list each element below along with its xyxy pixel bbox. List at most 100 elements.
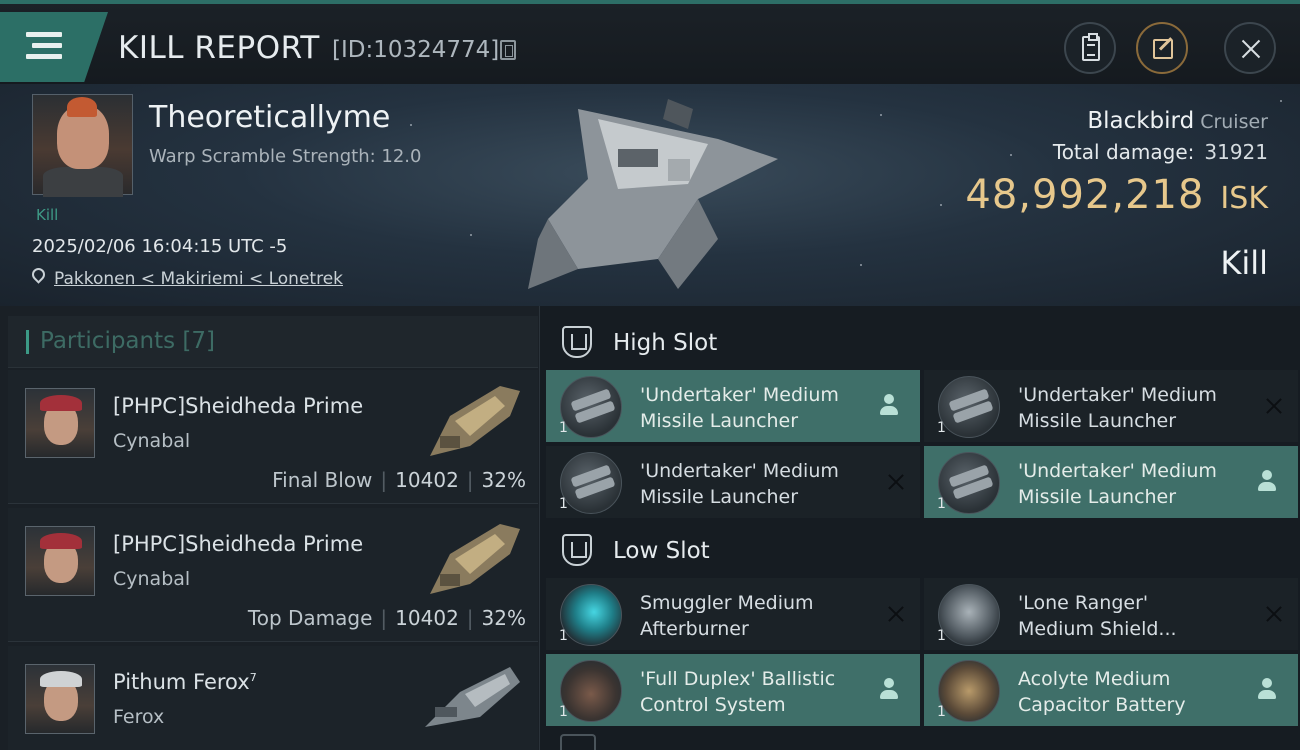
share-button[interactable]: [1136, 22, 1188, 74]
warp-scramble-strength: Warp Scramble Strength: 12.0: [149, 146, 422, 167]
participant-stats: Top Damage | 10402 | 32%: [247, 606, 526, 630]
participant-stats: Final Blow | 10402 | 32%: [272, 468, 526, 492]
participant-row[interactable]: [PHPC]Sheidheda Prime Cynabal Final Blow…: [8, 370, 538, 504]
location-pin-icon: [29, 265, 48, 284]
participant-name: [PHPC]Sheidheda Prime: [113, 394, 364, 418]
module-quantity: 1: [937, 496, 946, 512]
low-slot-module[interactable]: 1 Smuggler Medium Afterburner: [546, 578, 920, 650]
low-slot-module[interactable]: 1 'Lone Ranger' Medium Shield...: [924, 578, 1298, 650]
low-slot-icon: [562, 534, 592, 566]
participant-percent: 32%: [481, 468, 526, 492]
missile-launcher-icon: [938, 452, 1000, 514]
next-slot-icon: [560, 734, 596, 750]
header-bar: KILL REPORT [ID:10324774]: [0, 0, 1300, 84]
isk-unit: ISK: [1220, 181, 1268, 216]
victim-banner: Theoreticallyme Warp Scramble Strength: …: [0, 84, 1300, 306]
participant-role: Top Damage: [247, 606, 373, 630]
kill-tag: Kill: [36, 206, 59, 224]
low-slot-module[interactable]: 1 Acolyte Medium Capacitor Battery: [924, 654, 1298, 726]
capacitor-battery-icon: [938, 660, 1000, 722]
participant-role: Final Blow: [272, 468, 373, 492]
high-slot-module[interactable]: 1 'Undertaker' Medium Missile Launcher: [546, 446, 920, 518]
module-name: Acolyte Medium Capacitor Battery: [1018, 668, 1186, 716]
victim-avatar[interactable]: [32, 94, 133, 197]
module-quantity: 1: [559, 496, 568, 512]
module-quantity: 1: [937, 704, 946, 720]
page-title: KILL REPORT: [118, 30, 320, 66]
participant-avatar: [25, 388, 95, 458]
module-quantity: 1: [559, 420, 568, 436]
module-name: 'Full Duplex' Ballistic Control System: [640, 668, 836, 716]
participant-avatar: [25, 664, 95, 734]
high-slot-module[interactable]: 1 'Undertaker' Medium Missile Launcher: [924, 370, 1298, 442]
total-damage: Total damage: 31921: [1053, 140, 1268, 164]
fitted-user-icon: [1258, 678, 1276, 700]
participants-header[interactable]: Participants [7]: [8, 316, 538, 368]
ballistic-control-icon: [560, 660, 622, 722]
high-slot-module[interactable]: 1 'Undertaker' Medium Missile Launcher: [546, 370, 920, 442]
participants-title: Participants [7]: [40, 328, 215, 354]
module-quantity: 1: [937, 628, 946, 644]
total-damage-value: 31921: [1204, 140, 1268, 164]
destroyed-x-icon: [886, 604, 906, 624]
menu-button[interactable]: [0, 12, 108, 82]
victim-ship-render: [528, 99, 778, 289]
kill-result: Kill: [1220, 244, 1268, 282]
fitted-user-icon: [1258, 470, 1276, 492]
high-slot-icon: [562, 326, 592, 358]
fitted-user-icon: [880, 678, 898, 700]
isk-value: 48,992,218 ISK: [965, 172, 1268, 218]
ship-class: Cruiser: [1200, 111, 1268, 133]
high-slot-label: High Slot: [613, 330, 718, 356]
destroyed-x-icon: [1264, 396, 1284, 416]
participant-row[interactable]: [PHPC]Sheidheda Prime Cynabal Top Damage…: [8, 508, 538, 642]
destroyed-x-icon: [1264, 604, 1284, 624]
participant-ship-render: [430, 524, 520, 594]
copy-icon[interactable]: [500, 40, 516, 60]
total-damage-label: Total damage:: [1052, 140, 1195, 164]
participant-name: [PHPC]Sheidheda Prime: [113, 532, 364, 556]
participants-panel: Participants [7] [PHPC]Sheidheda Prime C…: [0, 306, 540, 750]
module-name: 'Undertaker' Medium Missile Launcher: [640, 460, 839, 508]
participant-ship: Cynabal: [113, 430, 191, 452]
share-icon: [1153, 39, 1173, 59]
shield-extender-icon: [938, 584, 1000, 646]
participant-damage: 10402: [395, 468, 459, 492]
high-slot-module[interactable]: 1 'Undertaker' Medium Missile Launcher: [924, 446, 1298, 518]
module-name: 'Undertaker' Medium Missile Launcher: [1018, 384, 1217, 432]
module-name: 'Undertaker' Medium Missile Launcher: [1018, 460, 1217, 508]
low-slot-module[interactable]: 1 'Full Duplex' Ballistic Control System: [546, 654, 920, 726]
victim-name[interactable]: Theoreticallyme: [149, 100, 390, 135]
high-slot-header: High Slot: [546, 314, 1298, 370]
location-link[interactable]: Pakkonen < Makiriemi < Lonetrek: [54, 269, 343, 289]
hamburger-icon: [26, 32, 62, 37]
missile-launcher-icon: [560, 376, 622, 438]
module-name: 'Undertaker' Medium Missile Launcher: [640, 384, 839, 432]
destroyed-x-icon: [886, 472, 906, 492]
module-quantity: 1: [937, 420, 946, 436]
low-slot-header: Low Slot: [546, 522, 1298, 578]
participant-row[interactable]: Pithum Ferox7 Ferox: [8, 646, 538, 750]
participant-ship-render: [430, 386, 520, 456]
participant-avatar: [25, 526, 95, 596]
participant-ship: Cynabal: [113, 568, 191, 590]
low-slot-label: Low Slot: [613, 538, 710, 564]
close-button[interactable]: [1224, 22, 1276, 74]
clipboard-button[interactable]: [1064, 22, 1116, 74]
participant-name: Pithum Ferox7: [113, 670, 257, 694]
module-quantity: 1: [559, 704, 568, 720]
report-id: [ID:10324774]: [332, 37, 500, 63]
ship-name[interactable]: Blackbird: [1087, 108, 1194, 134]
participant-name-sup: 7: [249, 671, 257, 684]
kill-timestamp: 2025/02/06 16:04:15 UTC -5: [32, 236, 288, 257]
clipboard-icon: [1082, 33, 1100, 61]
afterburner-icon: [560, 584, 622, 646]
missile-launcher-icon: [560, 452, 622, 514]
isk-amount: 48,992,218: [965, 172, 1205, 218]
missile-launcher-icon: [938, 376, 1000, 438]
module-quantity: 1: [559, 628, 568, 644]
participant-ship: Ferox: [113, 706, 165, 728]
participant-percent: 32%: [481, 606, 526, 630]
module-name: Smuggler Medium Afterburner: [640, 592, 814, 640]
victim-ship: Blackbird Cruiser: [1087, 108, 1268, 134]
